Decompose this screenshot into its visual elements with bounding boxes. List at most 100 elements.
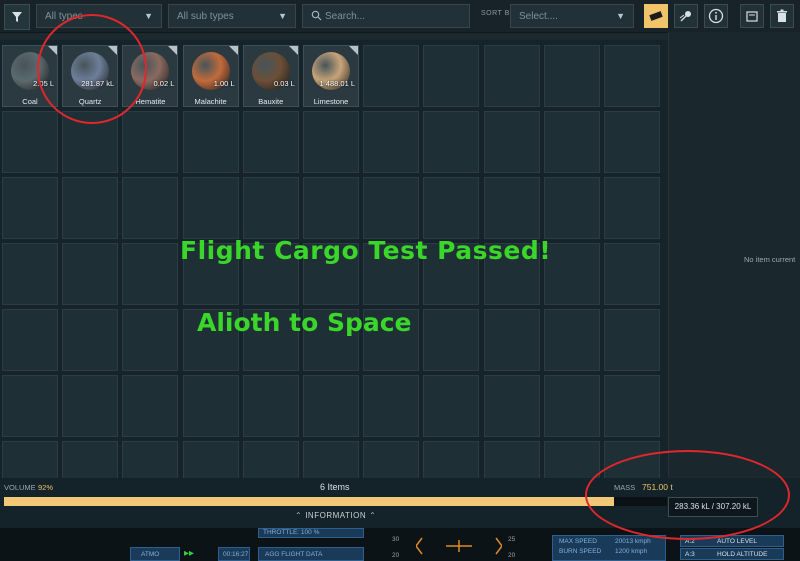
grid-cell[interactable]: [182, 111, 239, 173]
info-icon: [708, 8, 724, 24]
grid-cell[interactable]: [182, 177, 239, 239]
trash-button[interactable]: [770, 4, 794, 28]
pitch-tick-4: 20: [508, 552, 516, 559]
grid-cell[interactable]: [242, 111, 299, 173]
burn-speed-label: BURN SPEED: [559, 548, 602, 555]
asteroid-button[interactable]: [674, 4, 698, 28]
grid-cell[interactable]: [363, 375, 420, 437]
throttle-text: THROTTLE: 100 %: [263, 529, 320, 536]
grid-cell[interactable]: [483, 375, 540, 437]
grid-cell[interactable]: [604, 243, 660, 305]
grid-cell[interactable]: [543, 309, 600, 371]
cargo-item-bauxite[interactable]: 0.03 L Bauxite: [242, 45, 299, 107]
grid-cell[interactable]: [303, 177, 359, 239]
grid-cell[interactable]: [122, 111, 179, 173]
grid-cell[interactable]: [363, 45, 420, 107]
chevron-up-icon: ⌃: [295, 511, 303, 520]
speed-panel: MAX SPEED 20013 kmph BURN SPEED 1200 kmp…: [552, 535, 666, 561]
agg-flight-data[interactable]: AGG FLIGHT DATA: [258, 547, 364, 561]
grid-cell[interactable]: [363, 177, 420, 239]
grid-cell[interactable]: [543, 45, 600, 107]
grid-cell[interactable]: [2, 243, 58, 305]
volume-label: VOLUME: [4, 483, 36, 492]
grid-cell[interactable]: [543, 375, 600, 437]
grid-cell[interactable]: [423, 45, 480, 107]
grid-cell[interactable]: [363, 111, 420, 173]
grid-cell[interactable]: [604, 375, 660, 437]
recycle-button[interactable]: [740, 4, 764, 28]
grid-cell[interactable]: [483, 309, 540, 371]
filter-icon: [12, 12, 22, 22]
item-detail-panel: [668, 32, 800, 476]
grid-cell[interactable]: [483, 45, 540, 107]
max-speed-value: 20013 kmph: [615, 538, 651, 545]
grid-cell[interactable]: [62, 243, 119, 305]
grid-cell[interactable]: [2, 309, 58, 371]
grid-cell[interactable]: [242, 177, 299, 239]
grid-cell[interactable]: [423, 177, 480, 239]
grid-cell[interactable]: [182, 375, 239, 437]
grid-cell[interactable]: [604, 45, 660, 107]
no-item-text: No item current: [744, 255, 796, 264]
cargo-view-button[interactable]: [644, 4, 668, 28]
time-value: 00:16:27: [223, 551, 249, 558]
grid-cell[interactable]: [62, 177, 119, 239]
pitch-tick-3: 20: [392, 552, 400, 559]
grid-cell[interactable]: [423, 111, 480, 173]
filter-button[interactable]: [4, 4, 30, 30]
cargo-item-malachite[interactable]: 1.00 L Malachite: [182, 45, 239, 107]
grid-cell[interactable]: [604, 177, 660, 239]
grid-cell[interactable]: [303, 375, 359, 437]
grid-cell[interactable]: [543, 111, 600, 173]
grid-cell[interactable]: [182, 441, 239, 478]
overlay-subtitle: Alioth to Space: [197, 308, 412, 337]
pitch-tick-1: 30: [392, 536, 400, 543]
grid-cell[interactable]: [303, 441, 359, 478]
grid-cell[interactable]: [2, 111, 58, 173]
grid-cell[interactable]: [122, 243, 179, 305]
grid-cell[interactable]: [423, 441, 480, 478]
search-input[interactable]: Search...: [302, 4, 470, 28]
grid-cell[interactable]: [423, 375, 480, 437]
grid-cell[interactable]: [62, 375, 119, 437]
grid-cell[interactable]: [483, 441, 540, 478]
grid-cell[interactable]: [2, 441, 58, 478]
a3-key: A:3: [685, 551, 695, 558]
subtype-filter-value: All sub types: [177, 11, 234, 22]
grid-cell[interactable]: [303, 111, 359, 173]
item-name: Limestone: [313, 97, 349, 106]
grid-cell[interactable]: [122, 441, 179, 478]
grid-cell[interactable]: [423, 309, 480, 371]
grid-cell[interactable]: [122, 309, 179, 371]
sort-select[interactable]: Select.... ▼: [510, 4, 634, 28]
annotation-circle-quartz: [37, 14, 147, 124]
grid-cell[interactable]: [2, 375, 58, 437]
grid-cell[interactable]: [483, 111, 540, 173]
grid-cell[interactable]: [543, 177, 600, 239]
item-quantity: 1.00 L: [213, 79, 235, 88]
grid-cell[interactable]: [122, 375, 179, 437]
grid-cell[interactable]: [242, 441, 299, 478]
hold-altitude-row[interactable]: A:3 HOLD ALTITUDE: [680, 548, 784, 560]
grid-cell[interactable]: [62, 441, 119, 478]
item-name: Bauxite: [258, 97, 284, 106]
grid-cell[interactable]: [2, 177, 58, 239]
a3-label: HOLD ALTITUDE: [717, 551, 768, 558]
grid-cell[interactable]: [604, 111, 660, 173]
corner-marker: [228, 46, 238, 55]
information-toggle[interactable]: ⌃ INFORMATION ⌃: [292, 511, 379, 520]
grid-cell[interactable]: [122, 177, 179, 239]
volume-bar: [4, 497, 667, 506]
grid-cell[interactable]: [363, 441, 420, 478]
attitude-indicator: [416, 537, 502, 555]
grid-cell[interactable]: [543, 441, 600, 478]
subtype-filter-dropdown[interactable]: All sub types ▼: [168, 4, 296, 28]
pitch-tick-2: 25: [508, 536, 516, 543]
grid-cell[interactable]: [483, 177, 540, 239]
grid-cell[interactable]: [543, 243, 600, 305]
grid-cell[interactable]: [604, 309, 660, 371]
grid-cell[interactable]: [62, 309, 119, 371]
cargo-item-limestone[interactable]: 1 488.01 L Limestone: [303, 45, 359, 107]
info-button[interactable]: [704, 4, 728, 28]
grid-cell[interactable]: [242, 375, 299, 437]
